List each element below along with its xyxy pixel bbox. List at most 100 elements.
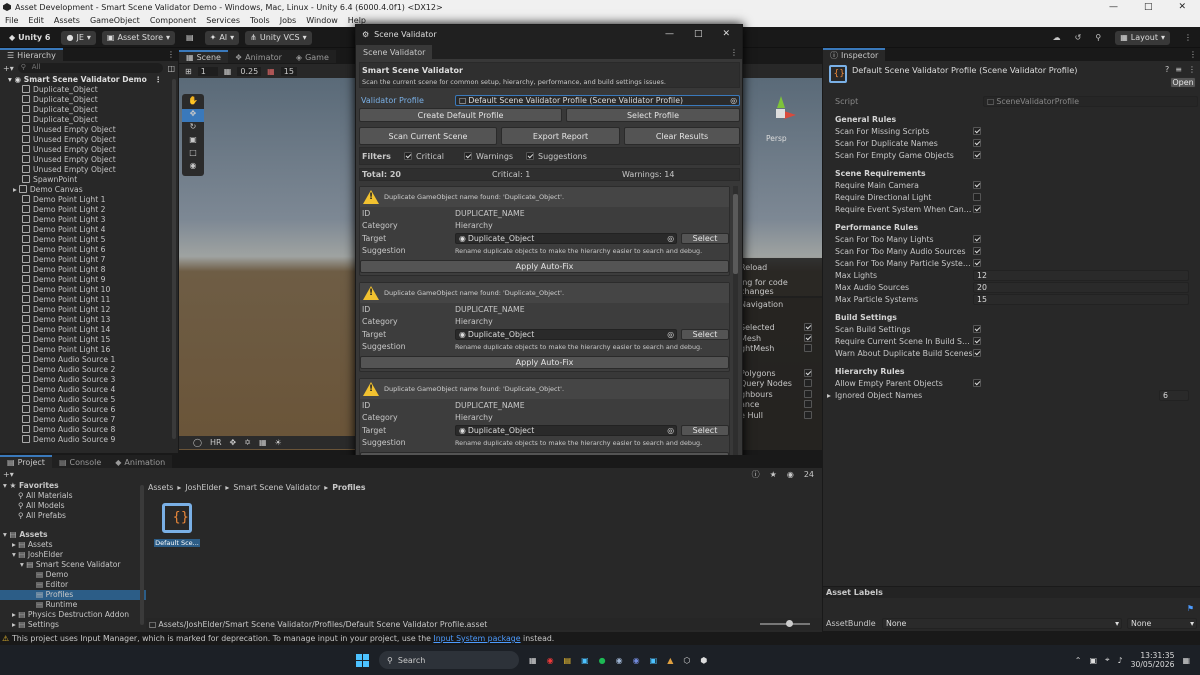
history-icon[interactable]: ↺: [1075, 33, 1082, 42]
apply-auto-fix-button[interactable]: Apply Auto-Fix: [360, 260, 729, 273]
hierarchy-item[interactable]: Demo Audio Source 6: [22, 405, 178, 415]
spotify-icon[interactable]: ●: [599, 656, 606, 665]
tab-inspector[interactable]: ⓘ Inspector: [823, 48, 886, 61]
add-icon[interactable]: +▾: [3, 470, 14, 479]
maximize-icon[interactable]: □: [694, 29, 703, 39]
menu-edit[interactable]: Edit: [28, 16, 44, 25]
filter-critical[interactable]: Critical: [404, 151, 464, 161]
field-checkbox[interactable]: [973, 325, 981, 333]
select-target-button[interactable]: Select: [681, 232, 729, 244]
resize-icon[interactable]: ✡: [244, 438, 251, 447]
hierarchy-item[interactable]: Demo Point Light 4: [22, 225, 178, 235]
tree-editor[interactable]: ▤ Editor: [0, 580, 146, 590]
field-checkbox[interactable]: [973, 151, 981, 159]
hierarchy-item[interactable]: Demo Point Light 12: [22, 305, 178, 315]
tab-project[interactable]: ▤ Project: [0, 455, 52, 468]
hierarchy-item[interactable]: Demo Audio Source 5: [22, 395, 178, 405]
hierarchy-item[interactable]: Duplicate_Object: [22, 105, 178, 115]
paint-icon[interactable]: ▲: [667, 656, 673, 665]
tree-assets[interactable]: ▸ ▤ Assets: [0, 540, 146, 550]
hierarchy-item[interactable]: Demo Point Light 2: [22, 205, 178, 215]
hierarchy-item[interactable]: Unused Empty Object: [22, 155, 178, 165]
menu-jobs[interactable]: Jobs: [280, 16, 297, 25]
open-button[interactable]: Open: [1170, 77, 1196, 88]
field-checkbox[interactable]: [973, 139, 981, 147]
select-target-button[interactable]: Select: [681, 424, 729, 436]
assetbundle-dropdown[interactable]: None ▾: [882, 617, 1122, 629]
maximize-icon[interactable]: □: [1144, 2, 1153, 12]
hierarchy-item[interactable]: Demo Point Light 14: [22, 325, 178, 335]
light-icon[interactable]: ☀: [275, 438, 282, 447]
close-icon[interactable]: ✕: [722, 29, 730, 39]
navigation-checkbox[interactable]: [804, 379, 812, 387]
input-system-link[interactable]: Input System package: [433, 634, 520, 643]
menu-dots-icon[interactable]: ⋮: [1188, 65, 1196, 74]
menu-tools[interactable]: Tools: [250, 16, 270, 25]
favorite-materials[interactable]: ⚲ All Materials: [0, 491, 146, 501]
tree-joshelder[interactable]: ▾ ▤ JoshElder: [0, 550, 146, 560]
checkbox-suggestions[interactable]: [526, 151, 534, 160]
menu-dots-icon[interactable]: ⋮: [154, 75, 162, 85]
file-explorer-icon[interactable]: ▤: [564, 656, 572, 665]
navigation-checkbox[interactable]: [804, 410, 812, 419]
hierarchy-search-input[interactable]: ⚲ All: [17, 63, 164, 73]
rotate-tool-icon[interactable]: ↻: [182, 122, 204, 135]
field-checkbox[interactable]: [973, 127, 981, 135]
hierarchy-item[interactable]: Duplicate_Object: [22, 95, 178, 105]
taskbar-search[interactable]: ⚲ Search: [379, 651, 519, 669]
transform-icon[interactable]: ⊞: [185, 67, 192, 76]
close-icon[interactable]: ✕: [1178, 2, 1186, 12]
hierarchy-item[interactable]: Demo Point Light 1: [22, 195, 178, 205]
hierarchy-root[interactable]: ▾ ◉ Smart Scene Validator Demo ⋮: [8, 75, 178, 85]
tree-runtime[interactable]: ▤ Runtime: [0, 600, 146, 610]
hierarchy-item[interactable]: Demo Audio Source 9: [22, 435, 178, 445]
filter-suggestions[interactable]: Suggestions: [526, 151, 587, 161]
vivaldi-icon[interactable]: ◉: [547, 656, 554, 665]
breadcrumb-assets[interactable]: Assets: [148, 483, 173, 492]
hierarchy-item[interactable]: Demo Audio Source 1: [22, 355, 178, 365]
breadcrumb-smart-scene-validator[interactable]: Smart Scene Validator: [233, 483, 320, 492]
help-icon[interactable]: ?: [1165, 65, 1169, 74]
move-tool-icon[interactable]: ✥: [182, 109, 204, 122]
hierarchy-item[interactable]: Demo Point Light 6: [22, 245, 178, 255]
package-button[interactable]: ▤: [181, 31, 199, 45]
star-icon[interactable]: ★: [770, 470, 777, 479]
persp-label[interactable]: Persp: [766, 134, 787, 143]
select-profile-button[interactable]: Select Profile: [566, 108, 740, 122]
scale-field[interactable]: 0.25: [237, 66, 262, 76]
view-tool-icon[interactable]: ✋: [182, 96, 204, 109]
clock[interactable]: 13:31:35 30/05/2026: [1131, 651, 1175, 669]
hierarchy-item[interactable]: Demo Audio Source 2: [22, 365, 178, 375]
navigation-checkbox[interactable]: [804, 323, 812, 331]
volume-icon[interactable]: ♪: [1118, 656, 1123, 665]
tab-scene[interactable]: ▦ Scene: [179, 50, 228, 63]
favorites-item[interactable]: ▾ ★ Favorites: [0, 481, 146, 491]
scale-tool-icon[interactable]: ▣: [182, 135, 204, 148]
field-checkbox[interactable]: [973, 349, 981, 357]
hierarchy-item[interactable]: Demo Point Light 10: [22, 285, 178, 295]
discord-icon[interactable]: ◉: [633, 656, 640, 665]
field-value-input[interactable]: 20: [973, 281, 1189, 293]
unity-account-button[interactable]: ◆ Unity 6: [4, 31, 55, 45]
navigation-checkbox[interactable]: [804, 333, 812, 342]
snap-increment-icon[interactable]: ▦: [267, 67, 275, 76]
breadcrumb-joshelder[interactable]: JoshElder: [185, 483, 221, 492]
tree-settings[interactable]: ▸ ▤ Settings: [0, 620, 146, 630]
settings-icon[interactable]: ≡: [1175, 65, 1182, 74]
minimize-icon[interactable]: —: [665, 29, 674, 39]
navigation-option[interactable]: Polygons: [740, 368, 822, 380]
navigation-option[interactable]: Selected: [740, 323, 822, 334]
info-icon[interactable]: ⓘ: [752, 469, 760, 480]
filter-warnings[interactable]: Warnings: [464, 151, 526, 161]
navigation-option[interactable]: ghbours: [740, 389, 822, 401]
target-field[interactable]: ◉Duplicate_Object◎: [455, 232, 677, 244]
menu-dots-icon[interactable]: ⋮: [164, 50, 178, 61]
field-checkbox[interactable]: [973, 337, 981, 345]
tree-demo[interactable]: ▤ Demo: [0, 570, 146, 580]
field-value-input[interactable]: 15: [973, 293, 1189, 305]
asset-tile[interactable]: {} Default Sce...: [154, 503, 200, 547]
tab-scene-validator[interactable]: Scene Validator: [356, 45, 433, 59]
validator-profile-field[interactable]: □ Default Scene Validator Profile (Scene…: [455, 94, 740, 106]
search-icon[interactable]: ⚲: [1095, 33, 1101, 42]
hierarchy-item[interactable]: Demo Point Light 11: [22, 295, 178, 305]
